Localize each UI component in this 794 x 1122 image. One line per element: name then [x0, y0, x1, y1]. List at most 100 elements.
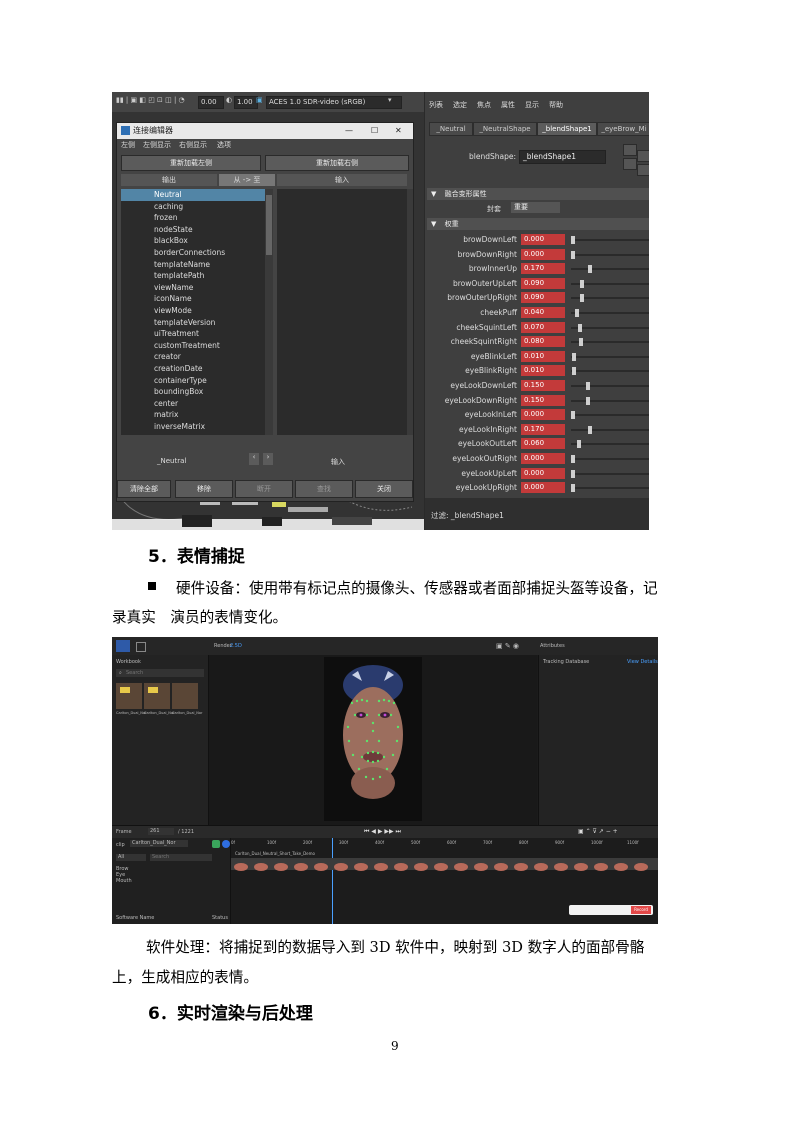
- close-button[interactable]: 关闭: [355, 480, 413, 498]
- presets-icon[interactable]: [637, 150, 649, 162]
- list-item[interactable]: inverseMatrix: [121, 421, 265, 433]
- weight-value-field[interactable]: 0.000: [521, 467, 565, 479]
- weight-value-field[interactable]: 0.010: [521, 365, 565, 377]
- left-list-scrollbar[interactable]: [265, 189, 273, 435]
- output-attribute-list[interactable]: Neutral caching frozen nodeState blackBo…: [121, 189, 265, 435]
- list-item[interactable]: frozen: [121, 212, 265, 224]
- section-weights[interactable]: ▼ 权重: [427, 218, 649, 230]
- slider-thumb[interactable]: [588, 425, 592, 434]
- list-item[interactable]: containerType: [121, 375, 265, 387]
- reload-left-button[interactable]: 重新加载左侧: [121, 155, 261, 171]
- weight-value-field[interactable]: 0.000: [521, 248, 565, 260]
- playback-controls-icon[interactable]: ⏮ ◀ ▶ ▶▶ ⏭: [364, 828, 401, 836]
- tab-neutral[interactable]: _Neutral: [429, 122, 473, 136]
- slider-thumb[interactable]: [571, 411, 575, 420]
- toolbar-icons[interactable]: ▮▮ | ▣ ◧ ◰ ⊡ ◫ | ◔: [116, 96, 185, 107]
- list-item[interactable]: templateVersion: [121, 317, 265, 329]
- weight-value-field[interactable]: 0.090: [521, 277, 565, 289]
- list-item[interactable]: caching: [121, 201, 265, 213]
- weight-value-field[interactable]: 0.150: [521, 394, 565, 406]
- scrollbar-thumb[interactable]: [266, 195, 272, 255]
- menu-item[interactable]: 列表: [429, 100, 443, 110]
- track-search-input[interactable]: Search: [150, 854, 212, 861]
- viewer-mode[interactable]: 2.5D: [230, 643, 242, 649]
- weight-slider[interactable]: [571, 253, 649, 256]
- menu-left-display[interactable]: 左侧显示: [143, 139, 171, 151]
- close-icon[interactable]: ✕: [395, 123, 402, 139]
- weight-value-field[interactable]: 0.090: [521, 292, 565, 304]
- thumbnail[interactable]: [144, 683, 170, 709]
- search-input[interactable]: ⌕ Search: [116, 669, 204, 677]
- maximize-icon[interactable]: ☐: [371, 123, 378, 139]
- list-item[interactable]: creator: [121, 351, 265, 363]
- list-item[interactable]: nodeState: [121, 224, 265, 236]
- weight-slider[interactable]: [571, 239, 649, 241]
- focus-icon[interactable]: [623, 144, 637, 156]
- slider-thumb[interactable]: [586, 396, 590, 405]
- slider-thumb[interactable]: [580, 279, 584, 288]
- remove-button[interactable]: 移除: [175, 480, 233, 498]
- weight-value-field[interactable]: 0.000: [521, 234, 565, 245]
- find-button[interactable]: 查找: [295, 480, 353, 498]
- weight-value-field[interactable]: 0.150: [521, 380, 565, 391]
- slider-thumb[interactable]: [572, 367, 576, 376]
- weight-value-field[interactable]: 0.000: [521, 453, 565, 464]
- frame-input[interactable]: 261: [148, 828, 174, 835]
- list-item[interactable]: Neutral: [121, 189, 265, 201]
- weight-slider[interactable]: [571, 385, 649, 387]
- weight-slider[interactable]: [571, 443, 649, 446]
- menu-right-display[interactable]: 右侧显示: [179, 139, 207, 151]
- show-icon[interactable]: [623, 158, 637, 170]
- tab-blendshape[interactable]: _blendShape1: [537, 122, 597, 136]
- weight-value-field[interactable]: 0.040: [521, 307, 565, 318]
- slider-thumb[interactable]: [571, 250, 575, 259]
- list-item[interactable]: templatePath: [121, 270, 265, 282]
- slider-thumb[interactable]: [572, 352, 576, 361]
- slider-thumb[interactable]: [579, 338, 583, 347]
- view-details-link[interactable]: View Details: [627, 659, 658, 665]
- list-item[interactable]: blackBox: [121, 235, 265, 247]
- viewer-tool-icons[interactable]: ▣ ✎ ◉: [496, 642, 519, 650]
- list-item[interactable]: creationDate: [121, 363, 265, 375]
- list-item[interactable]: borderConnections: [121, 247, 265, 259]
- folder-tab-icon[interactable]: [116, 640, 130, 652]
- list-item[interactable]: viewMode: [121, 305, 265, 317]
- weight-slider[interactable]: [571, 399, 649, 402]
- weight-slider[interactable]: [571, 268, 649, 271]
- menu-item[interactable]: 显示: [525, 100, 539, 110]
- thumbnail[interactable]: [116, 683, 142, 709]
- slider-thumb[interactable]: [571, 484, 575, 493]
- list-item[interactable]: center: [121, 398, 265, 410]
- slider-thumb[interactable]: [571, 469, 575, 478]
- menu-item[interactable]: 帮助: [549, 100, 563, 110]
- list-item[interactable]: boundingBox: [121, 386, 265, 398]
- arrow-right-icon[interactable]: ›: [263, 453, 273, 465]
- weight-value-field[interactable]: 0.070: [521, 321, 565, 333]
- weight-value-field[interactable]: 0.010: [521, 350, 565, 362]
- hide-icon[interactable]: [637, 164, 649, 176]
- input-attribute-list[interactable]: [277, 189, 407, 435]
- weight-slider[interactable]: [571, 355, 649, 358]
- colorspace-select[interactable]: ACES 1.0 SDR-video (sRGB): [266, 96, 402, 109]
- section-blendshape-attributes[interactable]: ▼ 融合变形属性: [427, 188, 649, 200]
- slider-thumb[interactable]: [586, 382, 590, 390]
- slider-thumb[interactable]: [571, 236, 575, 244]
- menu-left[interactable]: 左侧: [121, 139, 135, 151]
- weight-slider[interactable]: [571, 312, 649, 314]
- timeline[interactable]: 0f 100f 200f 300f 400f 500f 600f 700f 800f 900f 10…: [231, 838, 658, 924]
- list-item[interactable]: matrix: [121, 409, 265, 421]
- list-item[interactable]: templateName: [121, 259, 265, 271]
- tab-eyebrow[interactable]: _eyeBrow_Mi: [597, 122, 649, 136]
- right-list-scrollbar[interactable]: [407, 189, 413, 435]
- weight-slider[interactable]: [571, 326, 649, 329]
- timeline-tool-icons[interactable]: ▣ ⌃ ⊽ ↗ − +: [578, 828, 618, 835]
- menu-item[interactable]: 选定: [453, 100, 467, 110]
- add-icon[interactable]: [212, 840, 220, 848]
- playhead[interactable]: [332, 838, 333, 924]
- list-item[interactable]: customTreatment: [121, 340, 265, 352]
- weight-slider[interactable]: [571, 370, 649, 373]
- clear-all-button[interactable]: 清除全部: [117, 480, 171, 498]
- slider-thumb[interactable]: [577, 440, 581, 449]
- weight-slider[interactable]: [571, 428, 649, 431]
- weight-value-field[interactable]: 0.080: [521, 336, 565, 348]
